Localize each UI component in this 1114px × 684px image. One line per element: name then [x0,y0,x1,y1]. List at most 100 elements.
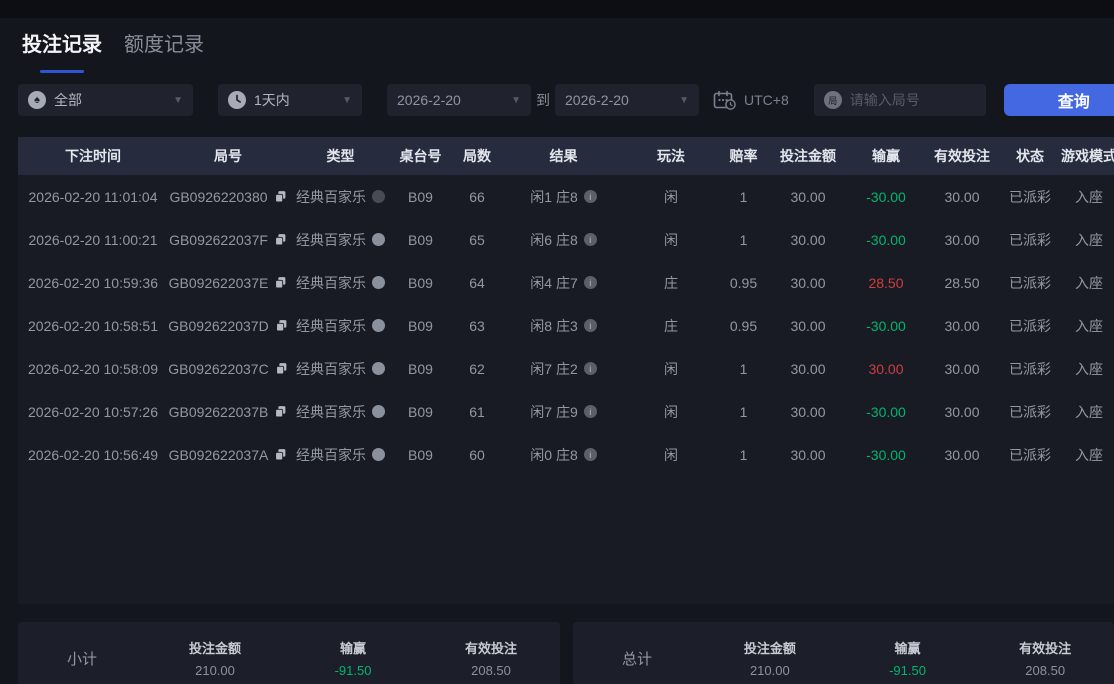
game-type-text: 经典百家乐 [296,446,366,463]
cell-bet-amount: 30.00 [790,403,826,420]
game-type-select[interactable]: ♠ 全部 ▼ [18,84,193,116]
col-header-status: 状态 [1016,148,1044,164]
cell-game-mode: 入座 [1075,274,1103,291]
date-from-select[interactable]: 2026-2-20 ▼ [387,84,531,116]
copy-icon[interactable] [275,362,288,375]
tab-bet-records[interactable]: 投注记录 [22,28,102,73]
copy-icon[interactable] [275,319,288,332]
win-loss-value: 30.00 [868,360,904,377]
date-from-value: 2026-2-20 [397,92,461,108]
cell-play: 闲 [664,403,678,420]
cell-bet-time: 2026-02-20 10:56:49 [28,446,158,463]
copy-icon[interactable] [274,190,287,203]
cell-win-loss: 30.00 [850,361,922,377]
info-icon[interactable]: i [583,362,597,375]
cell-result: 闲8 庄3 i [506,316,621,336]
tab-bar: 投注记录 额度记录 [22,28,204,73]
win-loss-value: -30.00 [866,317,906,334]
cell-table-no: B09 [408,231,433,248]
info-icon[interactable]: i [583,276,597,289]
video-icon[interactable] [372,276,385,289]
video-icon[interactable] [372,190,385,203]
cell-rounds: 66 [469,188,485,205]
query-button[interactable]: 查询 [1003,84,1114,116]
time-range-select[interactable]: 1天内 ▼ [218,84,362,116]
cell-round-id: GB092622037E [168,275,288,291]
cell-bet-amount: 30.00 [790,360,826,377]
video-icon[interactable] [372,319,385,332]
cell-bet-time: 2026-02-20 10:59:36 [28,274,158,291]
cell-round-id: GB092622037A [168,447,288,463]
result-text: 闲1 庄8 [530,188,578,205]
cell-odds: 1 [739,188,748,205]
cell-bet-amount: 30.00 [790,274,826,291]
cell-play: 庄 [664,274,678,291]
col-header-table-no: 桌台号 [399,148,442,164]
total-bet-amount-label: 投注金额 [743,641,796,656]
total-win-loss: 输赢 -91.50 [839,638,977,678]
date-to-select[interactable]: 2026-2-20 ▼ [555,84,699,116]
info-icon[interactable]: i [583,319,597,332]
filter-bar: ♠ 全部 ▼ 1天内 ▼ 2026-2-20 ▼ 到 2026-2-20 ▼ U… [18,84,1114,116]
game-type-text: 经典百家乐 [296,274,366,291]
total-bet-amount-value: 210.00 [749,663,790,678]
round-search-input[interactable] [849,92,976,108]
cell-bet-time: 2026-02-20 10:58:09 [28,360,158,377]
cell-bet-time: 2026-02-20 11:01:04 [28,188,158,205]
cell-game-mode: 入座 [1075,188,1103,205]
table-row: 2026-02-20 10:58:51 GB092622037D 经典百家乐 B… [18,304,1114,347]
tab-quota-records-label: 额度记录 [124,34,204,56]
cell-rounds: 64 [469,274,485,291]
cell-game-mode: 入座 [1075,403,1103,420]
subtotal-valid-bet-label: 有效投注 [464,641,517,656]
info-icon[interactable]: i [583,233,597,246]
video-icon[interactable] [372,362,385,375]
cell-odds: 1 [739,403,748,420]
chevron-down-icon: ▼ [511,94,521,106]
table-row: 2026-02-20 10:56:49 GB092622037A 经典百家乐 B… [18,433,1114,476]
cell-result: 闲4 庄7 i [506,273,621,293]
cell-table-no: B09 [408,403,433,420]
copy-icon[interactable] [274,233,287,246]
cell-valid-bet: 30.00 [944,231,980,248]
cell-game-type: 经典百家乐 [288,316,393,336]
win-loss-value: -30.00 [866,403,906,420]
chevron-down-icon: ▼ [342,94,352,106]
col-header-valid-bet: 有效投注 [934,148,990,164]
result-text: 闲8 庄3 [530,317,578,334]
copy-icon[interactable] [274,448,287,461]
copy-icon[interactable] [274,276,287,289]
cell-rounds: 62 [469,360,485,377]
cell-round-id: GB092622037D [168,318,288,334]
copy-icon[interactable] [274,405,287,418]
video-icon[interactable] [372,233,385,246]
info-icon[interactable]: i [583,448,597,461]
cell-table-no: B09 [408,360,433,377]
cell-odds: 0.95 [729,317,758,334]
cell-game-mode: 入座 [1075,317,1103,334]
cell-table-no: B09 [408,274,433,291]
cell-game-type: 经典百家乐 [288,445,393,465]
cell-play: 庄 [664,317,678,334]
cell-game-mode: 入座 [1075,360,1103,377]
cell-result: 闲7 庄9 i [506,402,621,422]
win-loss-value: -30.00 [866,446,906,463]
tab-quota-records[interactable]: 额度记录 [124,28,204,61]
cell-status: 已派彩 [1009,274,1051,291]
video-icon[interactable] [372,405,385,418]
total-win-loss-value: -91.50 [839,663,977,678]
info-icon[interactable]: i [583,190,597,203]
chevron-down-icon: ▼ [173,94,183,106]
video-icon[interactable] [372,448,385,461]
total-valid-bet-value: 208.50 [1025,663,1066,678]
round-number-icon: 局 [823,91,842,109]
col-header-win-loss: 输赢 [872,148,900,164]
game-type-text: 经典百家乐 [296,317,366,334]
info-icon[interactable]: i [583,405,597,418]
cell-round-id: GB092622037B [168,404,288,420]
cell-result: 闲0 庄8 i [506,445,621,465]
date-to-value: 2026-2-20 [565,92,629,108]
cell-result: 闲7 庄2 i [506,359,621,379]
subtotal-bet-amount: 投注金额 210.00 [146,638,284,678]
clock-icon [228,91,246,109]
